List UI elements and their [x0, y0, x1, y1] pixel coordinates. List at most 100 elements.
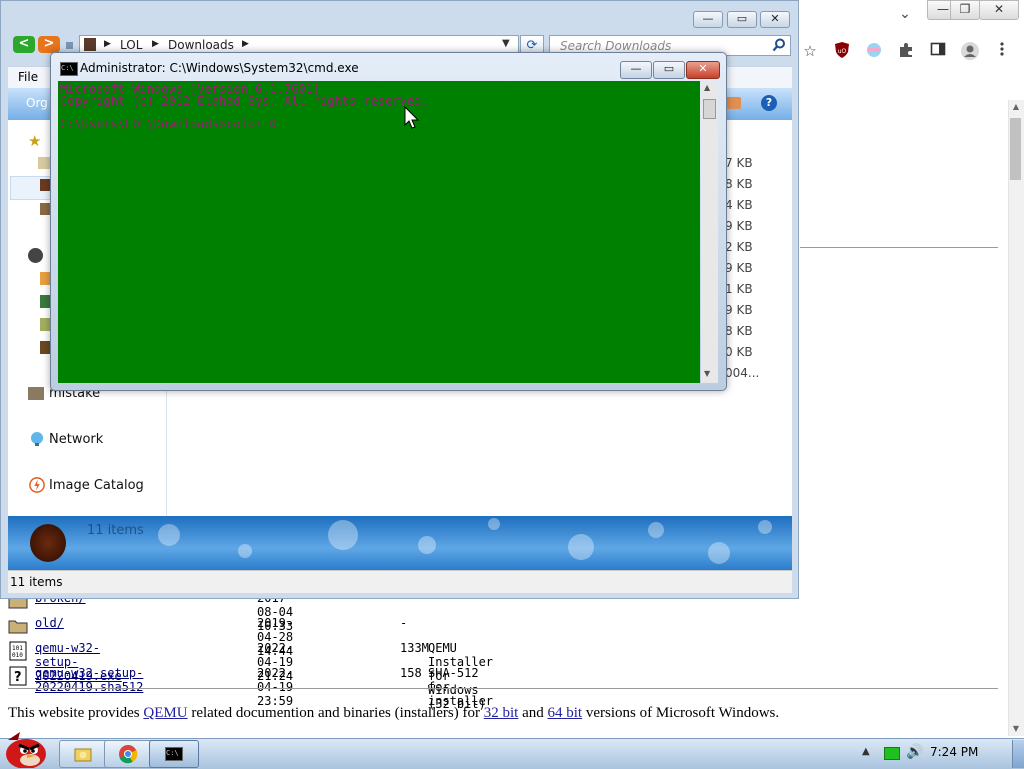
folder-thumbnail-icon	[30, 524, 66, 562]
search-placeholder: Search Downloads	[560, 39, 672, 53]
file-size: 8 KB	[725, 324, 753, 338]
file-size: 7 KB	[725, 156, 753, 170]
file-size: 4 KB	[725, 198, 753, 212]
listing-size: -	[400, 616, 408, 630]
status-count: 11 items	[10, 575, 63, 589]
library-icon[interactable]	[28, 248, 43, 263]
explorer-minimize-button[interactable]: —	[693, 11, 723, 28]
location-icon	[84, 38, 96, 51]
explorer-folder-icon	[74, 748, 92, 762]
organize-button[interactable]: Org	[26, 96, 48, 110]
listing-link[interactable]: qemu-w32-setup-20220419.sha512	[35, 666, 143, 694]
back-arrow-icon[interactable]: <	[13, 36, 35, 53]
help-icon[interactable]: ?	[761, 95, 777, 111]
favorites-star-icon[interactable]: ★	[28, 132, 46, 150]
file-size: 9 KB	[725, 219, 753, 233]
scroll-down-arrow-icon[interactable]: ▼	[704, 369, 710, 378]
nav-item-image-catalog[interactable]: Image Catalog	[49, 478, 144, 493]
scroll-up-arrow-icon[interactable]: ▲	[704, 83, 710, 92]
unknown-file-icon: ?	[9, 666, 27, 686]
status-bar: 11 items	[8, 570, 792, 593]
file-size: 2 KB	[725, 240, 753, 254]
breadcrumb-lol[interactable]: LOL	[120, 38, 142, 52]
svg-text:?: ?	[14, 670, 22, 685]
address-dropdown-icon[interactable]: ▼	[502, 38, 510, 49]
taskbar-clock[interactable]: 7:24 PM	[930, 745, 978, 759]
page-scrollbar[interactable]	[1008, 100, 1024, 736]
taskbar-explorer-button[interactable]	[59, 740, 109, 768]
colorful-extension-icon[interactable]	[864, 41, 884, 61]
forward-arrow-icon[interactable]: >	[38, 36, 60, 53]
64bit-link[interactable]: 64 bit	[548, 705, 583, 721]
taskbar-cmd-button[interactable]: C:\	[149, 740, 199, 768]
show-hidden-icons-icon[interactable]: ▲	[862, 746, 870, 757]
show-desktop-button[interactable]	[1012, 740, 1024, 768]
start-button-angry-bird-icon[interactable]	[2, 728, 50, 768]
chevron-right-icon: ▶	[242, 39, 249, 49]
scrollbar-thumb[interactable]	[1010, 118, 1021, 180]
site-description: This website provides QEMU related docum…	[8, 705, 780, 721]
details-pane: 11 items	[8, 516, 792, 570]
file-size: 9 KB	[725, 303, 753, 317]
svg-text:uO: uO	[838, 48, 847, 55]
explorer-maximize-button[interactable]: ▭	[727, 11, 757, 28]
cmd-scroll-thumb[interactable]	[703, 99, 716, 119]
sidepanel-icon[interactable]	[928, 41, 948, 61]
menu-file[interactable]: File	[18, 70, 38, 84]
file-size: 1 KB	[725, 282, 753, 296]
profile-icon[interactable]	[960, 41, 980, 61]
breadcrumb-downloads[interactable]: Downloads	[168, 38, 234, 52]
console-line: Copyright (c) 2012 Elahad Sys. All right…	[60, 94, 429, 108]
scroll-up-arrow-icon[interactable]: ▲	[1008, 100, 1024, 114]
listing-date: 2022-04-19 23:59	[257, 666, 294, 708]
folder-icon	[28, 387, 44, 400]
recent-pages-icon[interactable]	[66, 42, 73, 49]
tab-search-dropdown[interactable]: ⌄	[897, 6, 913, 22]
listing-description: SHA-512 for installer	[428, 666, 494, 708]
chrome-restore-button[interactable]: ❐	[950, 0, 980, 20]
search-icon[interactable]	[772, 38, 786, 52]
kebab-menu-icon[interactable]	[992, 41, 1012, 61]
32bit-link[interactable]: 32 bit	[484, 705, 519, 721]
file-size: 0 KB	[725, 345, 753, 359]
folder-icon	[8, 620, 28, 634]
listing-link[interactable]: old/	[35, 616, 64, 630]
image-catalog-icon	[29, 477, 45, 493]
divider	[800, 247, 998, 248]
binary-file-icon: 101010	[9, 641, 27, 661]
nav-item-network[interactable]: Network	[49, 432, 103, 447]
cmd-icon[interactable]: C:\	[60, 62, 78, 76]
chevron-right-icon: ▶	[104, 39, 111, 49]
scroll-down-arrow-icon[interactable]: ▼	[1008, 722, 1024, 736]
file-size: 004...	[725, 366, 760, 380]
cmd-scrollbar[interactable]: ▲ ▼	[701, 81, 718, 383]
chevron-right-icon: ▶	[152, 39, 159, 49]
svg-text:101: 101	[12, 645, 23, 652]
chrome-close-button[interactable]: ✕	[979, 0, 1019, 20]
ublock-icon[interactable]: uO	[832, 41, 852, 61]
network-tray-icon[interactable]	[884, 747, 900, 760]
taskbar-chrome-button[interactable]	[104, 740, 154, 768]
cmd-minimize-button[interactable]: —	[620, 61, 652, 79]
cmd-title: Administrator: C:\Windows\System32\cmd.e…	[80, 61, 359, 75]
listing-size: 133M	[400, 641, 429, 655]
svg-text:010: 010	[12, 652, 23, 659]
volume-icon[interactable]: 🔊	[906, 744, 923, 760]
cmd-console-output[interactable]: Microsoft Windows [Version 6.1.7601] Cop…	[58, 81, 700, 383]
listing-size: 158	[400, 666, 422, 680]
mouse-cursor-icon	[404, 106, 420, 129]
puzzle-icon[interactable]	[896, 41, 916, 61]
console-prompt: C:\Users\LOL\Downloads>color 0	[60, 117, 277, 131]
star-icon[interactable]: ☆	[800, 41, 820, 61]
cmd-icon: C:\	[165, 747, 183, 761]
divider	[8, 688, 998, 689]
network-icon	[31, 432, 43, 446]
qemu-link[interactable]: QEMU	[143, 705, 187, 721]
explorer-close-button[interactable]: ✕	[760, 11, 790, 28]
details-count: 11 items	[87, 523, 144, 538]
file-size: 9 KB	[725, 261, 753, 275]
cmd-maximize-button[interactable]: ▭	[653, 61, 685, 79]
preview-pane-icon[interactable]	[725, 97, 741, 109]
cmd-close-button[interactable]: ✕	[686, 61, 720, 79]
chrome-icon	[119, 745, 138, 764]
